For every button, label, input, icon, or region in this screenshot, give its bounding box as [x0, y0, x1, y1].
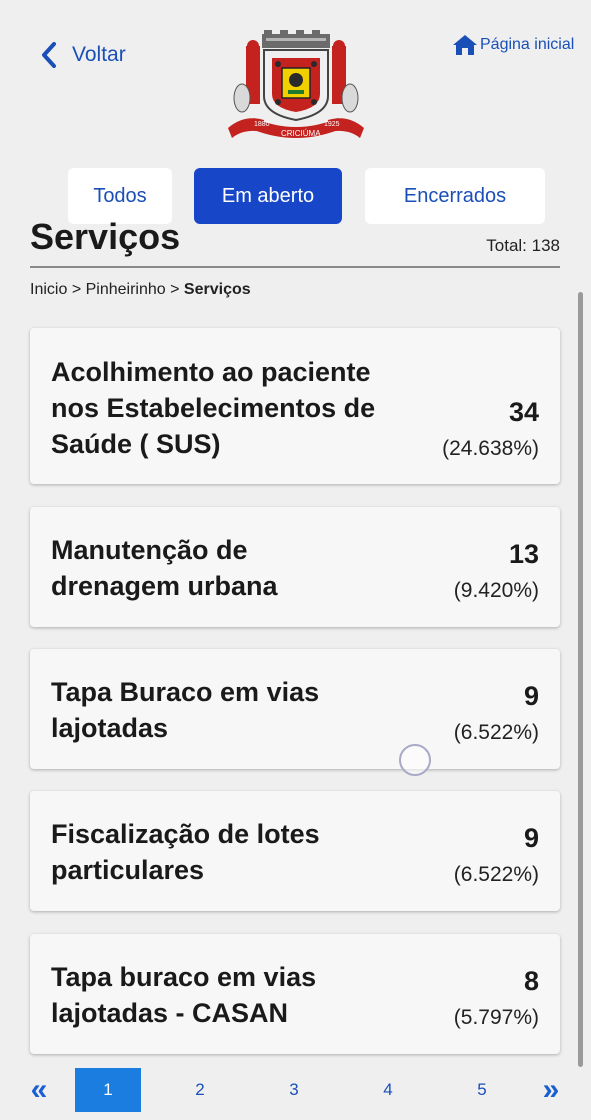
page-button-3[interactable]: 3 [274, 1068, 314, 1112]
service-name: Tapa buraco em vias lajotadas - CASAN [51, 959, 411, 1031]
breadcrumb-current: Serviços [183, 281, 251, 298]
service-percent: (6.522%) [453, 863, 539, 886]
service-name-line: Tapa buraco em vias [51, 962, 317, 992]
total-count: Total: 138 [486, 236, 560, 255]
service-name-line: Fiscalização de lotes [51, 819, 320, 849]
house-icon [453, 35, 477, 55]
service-name-line: Acolhimento ao paciente [51, 357, 371, 387]
back-label: Voltar [72, 43, 126, 66]
service-name-line: lajotadas [51, 713, 169, 743]
crest-city-name: CRICIÚMA [281, 129, 321, 138]
service-name-line: drenagem urbana [51, 571, 278, 601]
breadcrumb: Inicio > Pinheirinho > Serviços [30, 281, 251, 299]
breadcrumb-separator: > [170, 281, 180, 298]
service-percent: (6.522%) [453, 721, 539, 744]
service-card[interactable]: Fiscalização de lotes particulares 9 (6.… [30, 791, 560, 911]
scrollbar[interactable] [578, 292, 583, 1067]
service-name-line: Saúde ( SUS) [51, 429, 221, 459]
service-card[interactable]: Acolhimento ao paciente nos Estabelecime… [30, 328, 560, 484]
service-name-line: Tapa Buraco em vias [51, 677, 320, 707]
services-screen: Voltar 1880 1925 CRICIÚMA Página inicial… [0, 0, 591, 1120]
service-percent: (24.638%) [442, 437, 539, 460]
crest-year-right: 1925 [324, 121, 340, 128]
service-name: Fiscalização de lotes particulares [51, 816, 411, 888]
service-name: Acolhimento ao paciente nos Estabelecime… [51, 354, 411, 462]
page-button-1[interactable]: 1 [75, 1068, 141, 1112]
title-divider [30, 266, 560, 268]
page-title: Serviços [30, 216, 181, 257]
back-button[interactable]: Voltar [38, 40, 126, 70]
first-page-button[interactable]: « [22, 1068, 56, 1112]
breadcrumb-separator: > [71, 281, 82, 298]
service-card[interactable]: Tapa Buraco em vias lajotadas 9 (6.522%) [30, 649, 560, 769]
service-name-line: nos Estabelecimentos de [51, 393, 376, 423]
service-count: 9 [523, 823, 539, 853]
pagination: « 1 2 3 4 5 » [0, 1068, 591, 1112]
tab-em-aberto[interactable]: Em aberto [194, 168, 342, 224]
service-card[interactable]: Tapa buraco em vias lajotadas - CASAN 8 … [30, 934, 560, 1054]
service-name-line: particulares [51, 855, 205, 885]
breadcrumb-inicio[interactable]: Inicio [30, 281, 67, 298]
service-count: 8 [523, 966, 539, 996]
service-name: Manutenção de drenagem urbana [51, 532, 411, 604]
service-percent: (5.797%) [453, 1006, 539, 1029]
last-page-button[interactable]: » [534, 1068, 568, 1112]
service-count: 13 [508, 539, 539, 569]
page-button-4[interactable]: 4 [368, 1068, 408, 1112]
service-name-line: lajotadas - CASAN [51, 998, 289, 1028]
home-link[interactable]: Página inicial [452, 33, 574, 57]
service-count: 34 [508, 397, 539, 427]
service-count: 9 [523, 681, 539, 711]
touch-indicator [399, 744, 431, 776]
tab-encerrados[interactable]: Encerrados [365, 168, 545, 224]
home-label: Página inicial [480, 36, 575, 53]
page-button-2[interactable]: 2 [180, 1068, 220, 1112]
service-name-line: Manutenção de [51, 535, 248, 565]
page-button-5[interactable]: 5 [462, 1068, 502, 1112]
service-percent: (9.420%) [453, 579, 539, 602]
crest-year-left: 1880 [254, 121, 270, 128]
chevron-left-icon [42, 42, 56, 68]
breadcrumb-bairro[interactable]: Pinheirinho [86, 281, 166, 298]
service-name: Tapa Buraco em vias lajotadas [51, 674, 411, 746]
service-card[interactable]: Manutenção de drenagem urbana 13 (9.420%… [30, 507, 560, 627]
city-crest-logo: 1880 1925 CRICIÚMA [228, 30, 364, 138]
